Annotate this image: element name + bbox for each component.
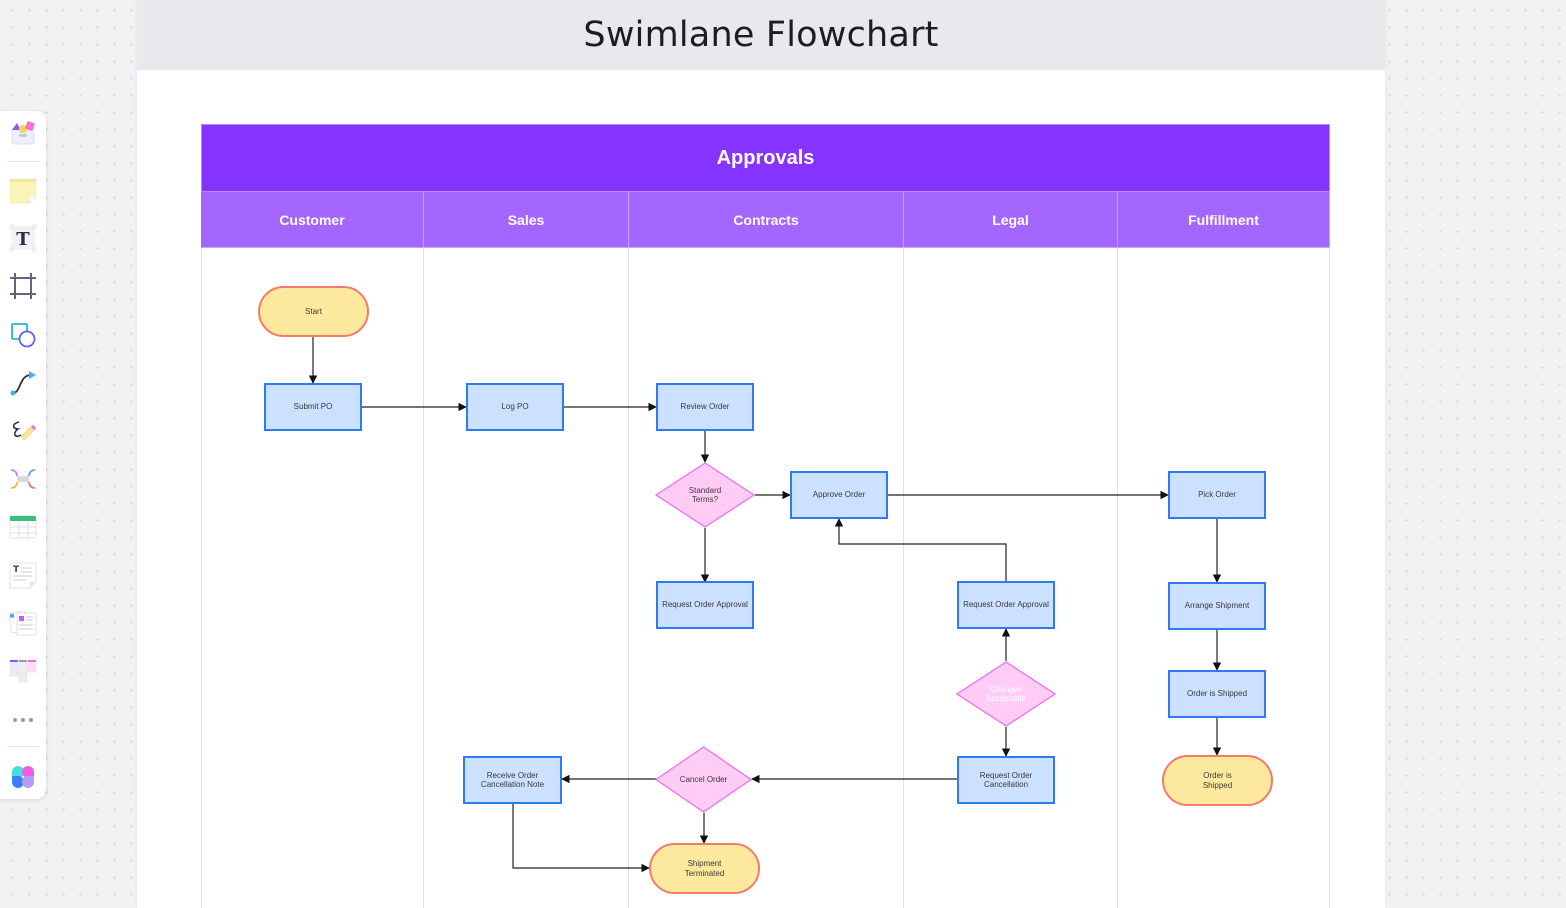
shapes-icon[interactable] [7, 319, 39, 351]
table-icon[interactable] [7, 511, 39, 543]
node-shipment-terminated[interactable]: Shipment Terminated [649, 843, 760, 894]
node-log-po[interactable]: Log PO [466, 383, 564, 431]
doc-icon[interactable]: T [7, 559, 39, 591]
node-label: Changes Acceptable [986, 684, 1026, 703]
board-title[interactable]: Swimlane Flowchart [583, 15, 938, 55]
lane-fulfillment [1118, 248, 1330, 908]
node-submit-po[interactable]: Submit PO [264, 383, 362, 431]
node-pick-order[interactable]: Pick Order [1168, 471, 1266, 519]
lane-header-sales[interactable]: Sales [424, 192, 629, 248]
templates-icon[interactable] [7, 117, 39, 149]
node-label: Start [305, 306, 322, 316]
toolbar-divider [7, 746, 39, 747]
node-request-approval-legal[interactable]: Request Order Approval [957, 581, 1055, 629]
node-receive-cancellation[interactable]: Receive Order Cancellation Note [463, 756, 562, 804]
mindmap-icon[interactable] [7, 463, 39, 495]
node-label: Standard Terms? [688, 485, 722, 504]
node-standard-terms[interactable]: Standard Terms? [655, 462, 755, 528]
sticky-note-icon[interactable] [7, 174, 39, 206]
node-label: Approve Order [812, 490, 866, 500]
frame-icon[interactable] [7, 270, 39, 302]
node-label: Order is Shipped [1186, 689, 1248, 699]
node-request-approval-contracts[interactable]: Request Order Approval [656, 581, 754, 629]
node-arrange-shipment[interactable]: Arrange Shipment [1168, 582, 1266, 630]
lane-header-contracts[interactable]: Contracts [629, 192, 904, 248]
node-review-order[interactable]: Review Order [656, 383, 754, 431]
node-label: Arrange Shipment [1184, 601, 1250, 611]
node-label: Order is Shipped [1202, 771, 1233, 790]
board-header: Swimlane Flowchart [137, 0, 1385, 70]
node-label: Request Order Approval [963, 600, 1049, 610]
node-request-cancellation[interactable]: Request Order Cancellation [957, 756, 1055, 804]
lane-header-fulfillment[interactable]: Fulfillment [1118, 192, 1330, 248]
node-label: Shipment Terminated [684, 859, 725, 878]
lane-header-customer[interactable]: Customer [201, 192, 424, 248]
svg-text:T: T [13, 565, 20, 575]
lane-customer [201, 248, 424, 908]
cards-icon[interactable] [7, 607, 39, 639]
node-start[interactable]: Start [258, 286, 369, 337]
apps-icon[interactable] [7, 761, 39, 793]
text-icon[interactable]: T [7, 222, 39, 254]
lane-sales [424, 248, 629, 908]
node-changes-acceptable[interactable]: Changes Acceptable [956, 661, 1056, 727]
node-label: Submit PO [293, 402, 333, 412]
node-order-shipped-end[interactable]: Order is Shipped [1162, 755, 1273, 806]
left-toolbar: T T [0, 111, 46, 799]
node-label: Cancel Order [679, 774, 728, 784]
pen-icon[interactable] [7, 415, 39, 447]
more-icon[interactable] [7, 703, 39, 735]
connector-icon[interactable] [7, 367, 39, 399]
node-label: Receive Order Cancellation Note [480, 770, 545, 789]
node-label: Pick Order [1198, 490, 1236, 500]
pool-header[interactable]: Approvals [201, 124, 1330, 192]
lane-header-legal[interactable]: Legal [904, 192, 1118, 248]
node-cancel-order[interactable]: Cancel Order [655, 746, 752, 813]
node-approve-order[interactable]: Approve Order [790, 471, 888, 519]
node-label: Request Order Cancellation [979, 770, 1033, 789]
node-label: Review Order [680, 402, 730, 412]
toolbar-divider [7, 161, 39, 162]
kanban-icon[interactable] [7, 655, 39, 687]
lane-legal [904, 248, 1118, 908]
node-label: Log PO [501, 402, 529, 412]
swimlane-diagram[interactable]: Approvals Customer Sales Contracts Legal… [201, 124, 1330, 908]
node-order-shipped-process[interactable]: Order is Shipped [1168, 670, 1266, 718]
node-label: Request Order Approval [662, 600, 748, 610]
svg-text:T: T [16, 229, 30, 250]
